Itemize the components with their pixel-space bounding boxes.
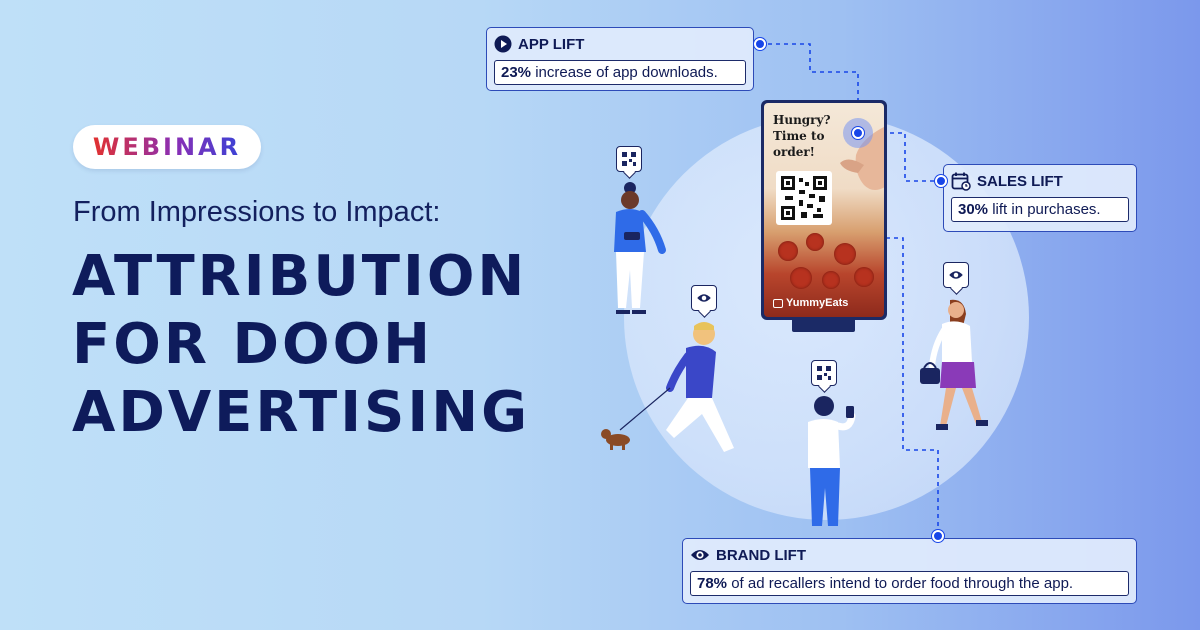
headline-line-3: ADVERTISING [72,380,531,445]
play-icon [494,35,512,53]
app-lift-card: APP LIFT 23% increase of app downloads. [486,27,754,91]
qr-code-icon [817,366,831,380]
subtitle: From Impressions to Impact: [73,196,441,228]
app-lift-dot [754,38,766,50]
billboard-headline: Hungry? Time to order! [773,113,831,159]
pepperoni [790,267,812,289]
person-scanning-qr-illustration [614,182,666,314]
billboard-stand [792,318,855,332]
person-with-phone-illustration [808,396,856,526]
brand-lift-text: 78% of ad recallers intend to order food… [690,571,1129,596]
brand-lift-card: BRAND LIFT 78% of ad recallers intend to… [682,538,1137,604]
qr-code-icon [622,152,636,166]
eye-icon [697,294,711,302]
pepperoni [806,233,824,251]
sales-lift-dot [935,175,947,187]
headline-line-2: FOR DOOH [72,312,434,377]
person-walking-dog-illustration [601,322,734,452]
person-with-handbag-illustration [920,299,988,430]
billboard-hotspot-dot [852,127,864,139]
billboard-brand: YummyEats [773,297,848,309]
webinar-badge: WEBINAR [73,125,261,169]
yummyeats-logo-icon [773,298,783,308]
eye-icon [949,271,963,279]
qr-scan-bubble [811,360,837,386]
sales-lift-title: SALES LIFT [951,171,1129,191]
billboard-qr-code [776,171,832,225]
app-lift-text: 23% increase of app downloads. [494,60,746,85]
qr-scan-bubble [616,146,642,172]
pepperoni [854,267,874,287]
billboard-hotspot [843,118,873,148]
pepperoni [822,271,840,289]
pepperoni [834,243,856,265]
headline-line-1: ATTRIBUTION [72,244,528,309]
sales-lift-card: SALES LIFT 30% lift in purchases. [943,164,1137,232]
webinar-badge-label: WEBINAR [92,133,242,161]
qr-code-icon [781,176,827,220]
pepperoni [778,241,798,261]
brand-lift-title: BRAND LIFT [690,545,1129,565]
ad-view-bubble [691,285,717,311]
brand-lift-dot [932,530,944,542]
app-lift-title: APP LIFT [494,34,746,54]
calendar-icon [951,172,971,191]
sales-lift-text: 30% lift in purchases. [951,197,1129,222]
eye-icon [691,550,709,560]
ad-view-bubble [943,262,969,288]
